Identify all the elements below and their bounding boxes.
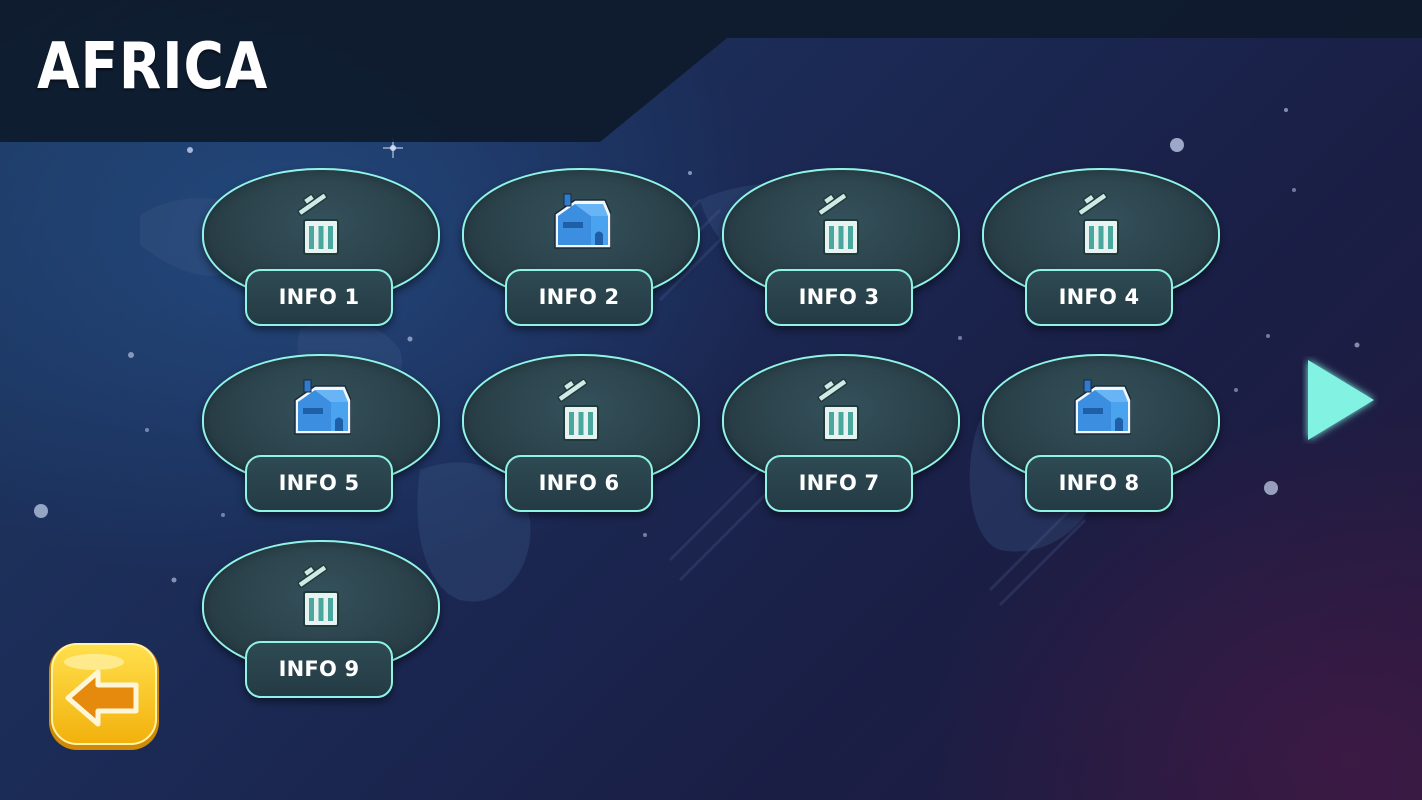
- level-label: INFO 1: [245, 269, 393, 326]
- level-grid: INFO 1 INFO 2 INFO 3 INFO 4 INFO 5 INFO …: [202, 168, 1222, 708]
- play-triangle-icon: [1308, 360, 1374, 440]
- trash-can-icon: [297, 192, 339, 255]
- level-button-5[interactable]: INFO 5: [202, 354, 440, 516]
- house-icon: [294, 379, 351, 435]
- level-button-6[interactable]: INFO 6: [462, 354, 700, 516]
- level-button-3[interactable]: INFO 3: [722, 168, 960, 330]
- level-label: INFO 4: [1025, 269, 1173, 326]
- level-button-1[interactable]: INFO 1: [202, 168, 440, 330]
- level-button-7[interactable]: INFO 7: [722, 354, 960, 516]
- level-label: INFO 6: [505, 455, 653, 512]
- next-page-button[interactable]: [1302, 356, 1378, 444]
- level-button-4[interactable]: INFO 4: [982, 168, 1220, 330]
- back-button[interactable]: [46, 640, 162, 753]
- trash-can-icon: [297, 564, 339, 627]
- level-label: INFO 3: [765, 269, 913, 326]
- header-bar: AFRICA: [0, 0, 1422, 142]
- level-label: INFO 2: [505, 269, 653, 326]
- level-button-9[interactable]: INFO 9: [202, 540, 440, 702]
- level-label: INFO 7: [765, 455, 913, 512]
- level-label: INFO 8: [1025, 455, 1173, 512]
- trash-can-icon: [817, 378, 859, 441]
- level-button-2[interactable]: INFO 2: [462, 168, 700, 330]
- level-label: INFO 5: [245, 455, 393, 512]
- level-button-8[interactable]: INFO 8: [982, 354, 1220, 516]
- house-icon: [1074, 379, 1131, 435]
- level-label: INFO 9: [245, 641, 393, 698]
- trash-can-icon: [557, 378, 599, 441]
- trash-can-icon: [1077, 192, 1119, 255]
- page-title: AFRICA: [37, 30, 269, 104]
- trash-can-icon: [817, 192, 859, 255]
- house-icon: [554, 193, 611, 249]
